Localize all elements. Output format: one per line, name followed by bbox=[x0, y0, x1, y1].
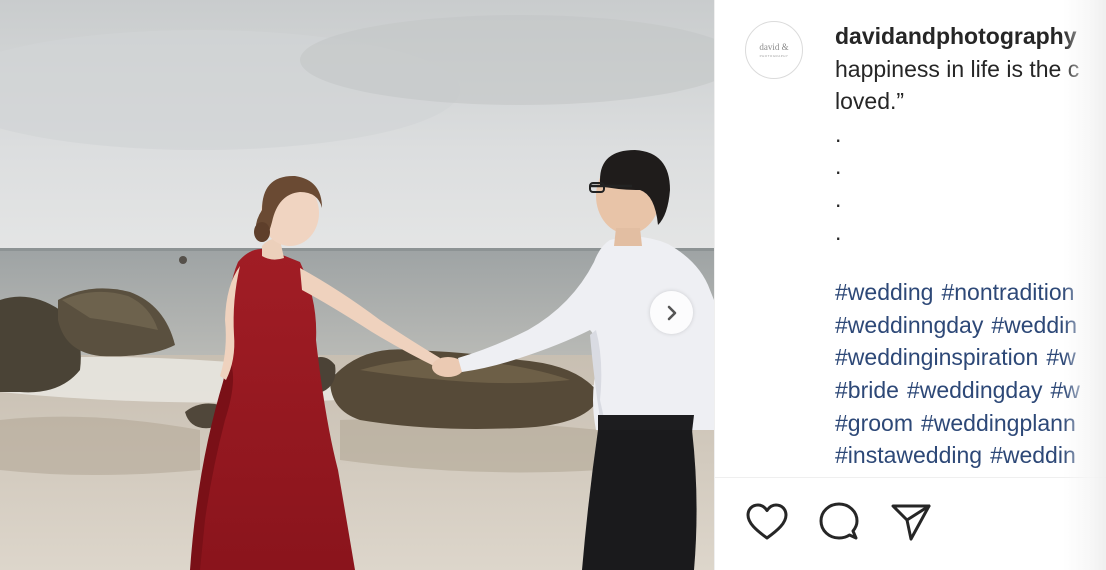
caption-line: loved.” bbox=[835, 88, 905, 115]
caption-line: happiness in life is the c bbox=[835, 55, 1080, 82]
hashtag-link[interactable]: #weddingday bbox=[907, 377, 1043, 403]
hashtag-link[interactable]: #instawedding bbox=[835, 442, 982, 468]
hashtag-link[interactable]: #w bbox=[1046, 344, 1075, 370]
comment-icon bbox=[819, 502, 859, 540]
caption-dot-line: . bbox=[835, 218, 842, 245]
post-caption: davidandphotography happiness in life is… bbox=[835, 20, 1106, 472]
instagram-post-view: david & PHOTOGRAPHY davidandphotography … bbox=[0, 0, 1106, 570]
chevron-right-icon bbox=[667, 305, 676, 320]
hashtag-list: #wedding #nontradition #weddinngday #weddi… bbox=[835, 276, 1106, 472]
post-photo[interactable] bbox=[0, 0, 714, 570]
post-actions-bar bbox=[745, 500, 961, 544]
next-photo-button[interactable] bbox=[650, 291, 693, 334]
heart-icon bbox=[746, 503, 788, 540]
comment-button[interactable] bbox=[817, 500, 861, 544]
like-button[interactable] bbox=[745, 500, 789, 544]
post-side-panel: david & PHOTOGRAPHY davidandphotography … bbox=[714, 0, 1106, 570]
hashtag-link[interactable]: #weddingplann bbox=[921, 410, 1076, 436]
hashtag-link[interactable]: #nontradition bbox=[941, 279, 1074, 305]
beach-couple-image bbox=[0, 0, 714, 570]
hashtag-link[interactable]: #bride bbox=[835, 377, 899, 403]
hashtag-line: #instawedding #weddin bbox=[835, 439, 1106, 472]
actions-divider bbox=[715, 477, 1106, 478]
hashtag-link[interactable]: #weddinngday bbox=[835, 312, 983, 338]
avatar-logo-subtext: PHOTOGRAPHY bbox=[759, 53, 789, 58]
caption-dot-line: . bbox=[835, 185, 842, 212]
hashtag-link[interactable]: #weddinginspiration bbox=[835, 344, 1038, 370]
caption-dot-line: . bbox=[835, 120, 842, 147]
avatar-logo-text: david & bbox=[759, 41, 789, 52]
hashtag-link[interactable]: #weddin bbox=[991, 312, 1077, 338]
hashtag-link[interactable]: #groom bbox=[835, 410, 913, 436]
caption-dot-line: . bbox=[835, 153, 842, 180]
avatar[interactable]: david & PHOTOGRAPHY bbox=[745, 21, 803, 79]
username-link[interactable]: davidandphotography bbox=[835, 23, 1077, 49]
paper-plane-icon bbox=[891, 504, 931, 541]
hashtag-link[interactable]: #wedding bbox=[835, 279, 933, 305]
hashtag-line: #wedding #nontradition bbox=[835, 276, 1106, 309]
hashtag-line: #bride #weddingday #w bbox=[835, 374, 1106, 407]
hashtag-line: #weddinngday #weddin bbox=[835, 309, 1106, 342]
hashtag-line: #groom #weddingplann bbox=[835, 407, 1106, 440]
hashtag-line: #weddinginspiration #w bbox=[835, 341, 1106, 374]
hashtag-link[interactable]: #w bbox=[1051, 377, 1080, 403]
share-button[interactable] bbox=[889, 500, 933, 544]
hashtag-link[interactable]: #weddin bbox=[990, 442, 1076, 468]
